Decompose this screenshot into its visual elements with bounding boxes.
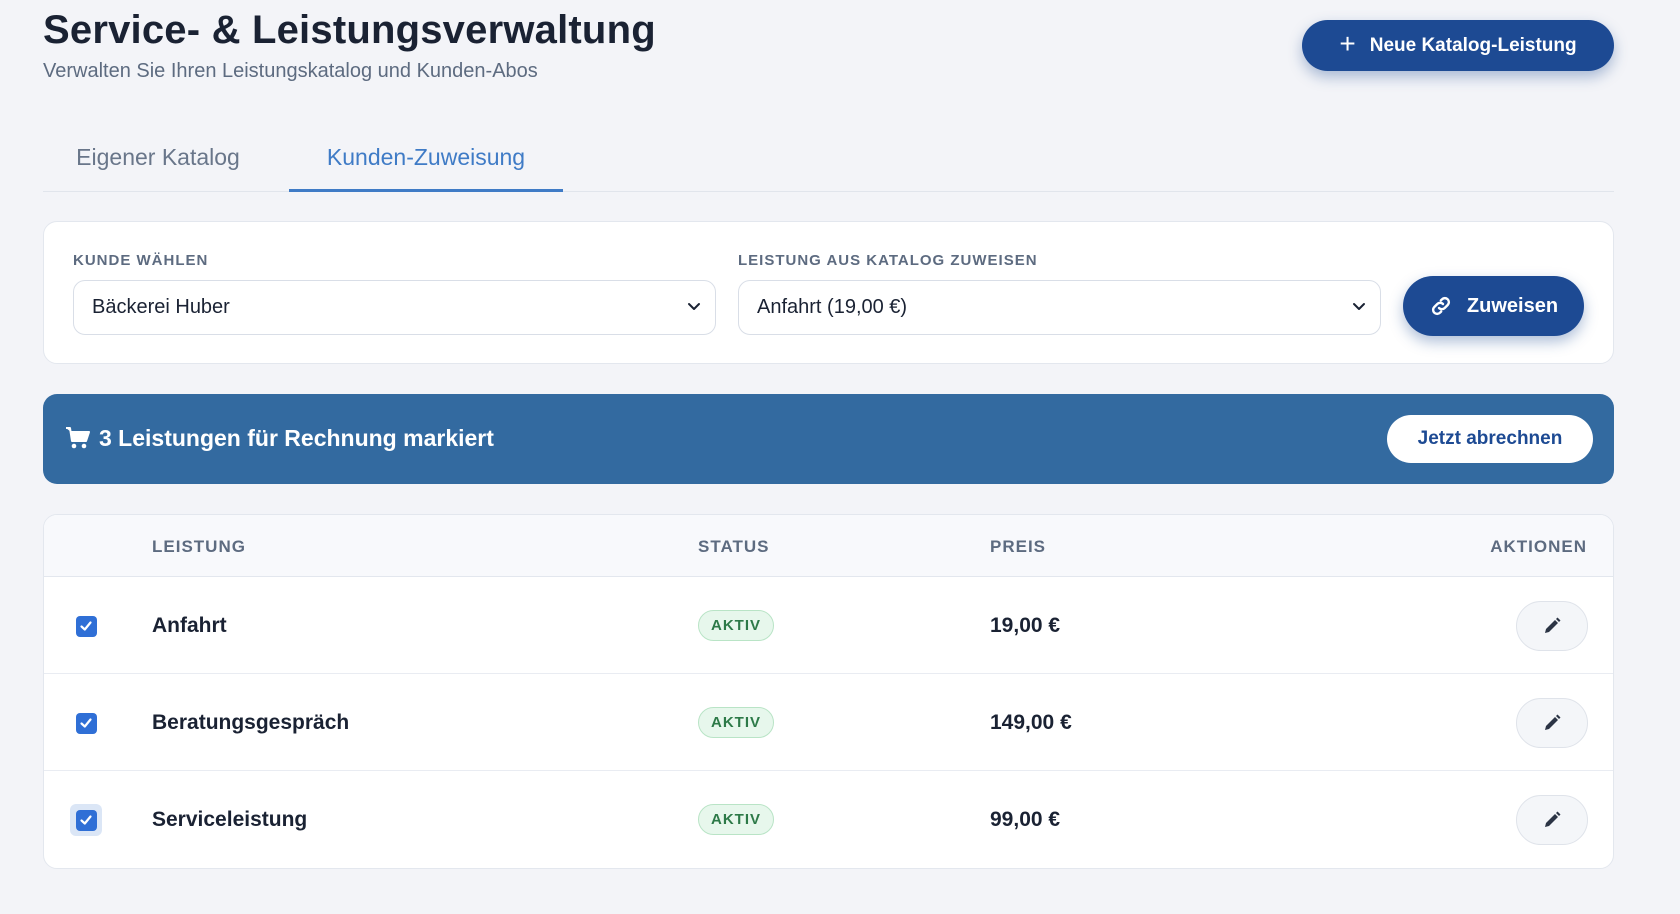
chevron-down-icon xyxy=(1353,303,1365,310)
customer-select-label: KUNDE WÄHLEN xyxy=(73,252,209,269)
column-header-service: LEISTUNG xyxy=(152,537,246,556)
edit-button[interactable] xyxy=(1516,698,1588,748)
assignment-filter-card: KUNDE WÄHLEN Bäckerei Huber LEISTUNG AUS… xyxy=(43,221,1614,364)
services-table: LEISTUNG STATUS PREIS AKTIONEN Anfahrt A… xyxy=(43,514,1614,869)
table-row: Beratungsgespräch AKTIV 149,00 € xyxy=(44,674,1613,771)
service-name: Anfahrt xyxy=(152,614,227,637)
service-price: 19,00 € xyxy=(990,614,1061,637)
checkbox-checked-icon xyxy=(75,712,97,734)
cart-icon xyxy=(66,427,90,449)
table-row: Anfahrt AKTIV 19,00 € xyxy=(44,577,1613,674)
bill-now-button[interactable]: Jetzt abrechnen xyxy=(1387,415,1593,463)
status-badge: AKTIV xyxy=(698,610,774,641)
customer-select-value: Bäckerei Huber xyxy=(92,296,230,318)
pencil-icon xyxy=(1545,714,1561,730)
column-header-status: STATUS xyxy=(698,537,770,556)
link-icon xyxy=(1431,296,1450,316)
service-name: Serviceleistung xyxy=(152,808,308,831)
edit-button[interactable] xyxy=(1516,795,1588,845)
service-select[interactable]: Anfahrt (19,00 €) xyxy=(738,280,1381,335)
table-row: Serviceleistung AKTIV 99,00 € xyxy=(44,771,1613,868)
page: Service- & Leistungsverwaltung Verwalten… xyxy=(0,0,1680,914)
chevron-down-icon xyxy=(688,303,700,310)
row-checkbox[interactable] xyxy=(70,804,102,836)
plus-icon: + xyxy=(1339,28,1356,59)
assign-button[interactable]: Zuweisen xyxy=(1403,276,1584,336)
row-checkbox[interactable] xyxy=(70,707,102,739)
page-title: Service- & Leistungsverwaltung xyxy=(43,8,656,52)
tab-bar: Eigener Katalog Kunden-Zuweisung xyxy=(43,130,1614,192)
tab-customer-assignment[interactable]: Kunden-Zuweisung xyxy=(289,130,563,192)
status-badge: AKTIV xyxy=(698,804,774,835)
status-badge: AKTIV xyxy=(698,707,774,738)
table-header: LEISTUNG STATUS PREIS AKTIONEN xyxy=(44,515,1613,577)
assign-button-label: Zuweisen xyxy=(1466,294,1559,317)
edit-button[interactable] xyxy=(1516,601,1588,651)
row-checkbox[interactable] xyxy=(70,610,102,642)
new-catalog-service-button[interactable]: + Neue Katalog-Leistung xyxy=(1302,20,1614,71)
service-price: 99,00 € xyxy=(990,808,1061,831)
service-select-value: Anfahrt (19,00 €) xyxy=(757,296,908,318)
pencil-icon xyxy=(1545,811,1561,827)
service-name: Beratungsgespräch xyxy=(152,711,350,734)
checkbox-checked-icon xyxy=(75,809,97,831)
billing-banner: 3 Leistungen für Rechnung markiert Jetzt… xyxy=(43,394,1614,484)
page-subtitle: Verwalten Sie Ihren Leistungskatalog und… xyxy=(43,60,538,82)
tab-own-catalog[interactable]: Eigener Katalog xyxy=(43,130,273,192)
service-price: 149,00 € xyxy=(990,711,1072,734)
billing-banner-text: 3 Leistungen für Rechnung markiert xyxy=(99,425,494,451)
customer-select[interactable]: Bäckerei Huber xyxy=(73,280,716,335)
column-header-actions: AKTIONEN xyxy=(1490,537,1587,556)
column-header-price: PREIS xyxy=(990,537,1047,556)
checkbox-checked-icon xyxy=(75,615,97,637)
service-select-label: LEISTUNG AUS KATALOG ZUWEISEN xyxy=(738,252,1038,269)
pencil-icon xyxy=(1545,617,1561,633)
new-catalog-service-label: Neue Katalog-Leistung xyxy=(1369,34,1577,56)
